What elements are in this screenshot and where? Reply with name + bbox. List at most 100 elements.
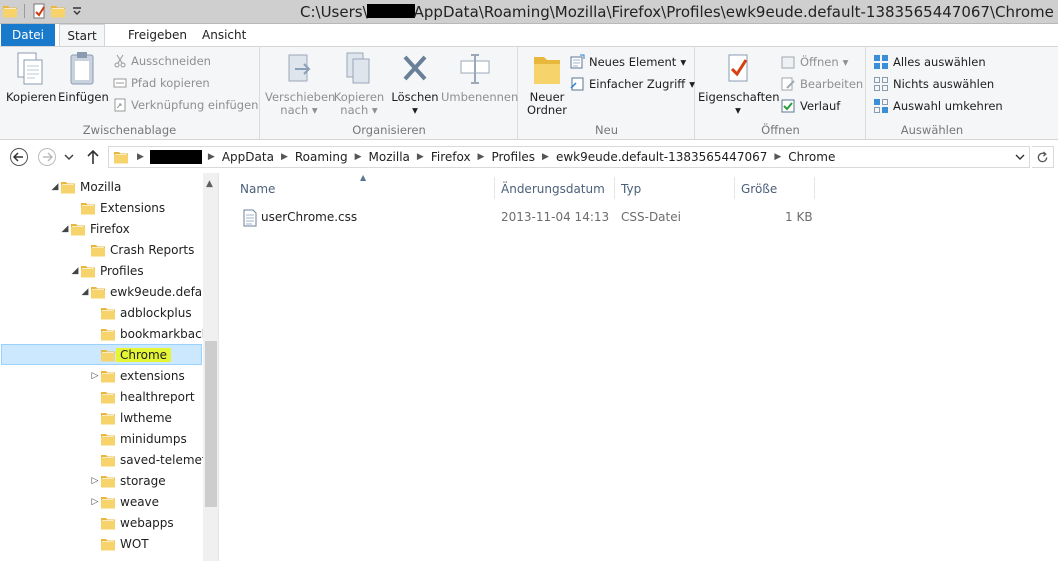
new-group-label: Neu [595, 123, 618, 137]
expand-arrow-icon[interactable]: ▷ [90, 476, 100, 486]
easy-access-button[interactable]: Einfacher Zugriff ▾ [569, 74, 695, 94]
properties-label: Eigenschaften [698, 90, 780, 104]
edit-button[interactable]: Bearbeiten [780, 74, 863, 94]
paste-shortcut-button[interactable]: Verknüpfung einfügen [113, 95, 258, 115]
copy-to-button[interactable]: Kopieren nach ▾ [333, 51, 385, 117]
recent-locations-chevron-icon[interactable] [62, 147, 76, 167]
paste-button[interactable]: Einfügen [58, 51, 109, 104]
collapse-arrow-icon[interactable]: ◢ [50, 182, 60, 192]
breadcrumb-item[interactable]: Profiles [491, 150, 535, 164]
address-bar[interactable]: ▶ ▶ AppData ▶ Roaming ▶ Mozilla ▶ Firefo… [108, 146, 1030, 168]
navigation-pane[interactable]: ◢ Mozilla Extensions ◢ Firefox Crash Reports ◢… [0, 173, 219, 561]
collapse-arrow-icon[interactable]: ◢ [60, 224, 70, 234]
tree-item[interactable]: lwtheme [90, 407, 172, 428]
nav-scrollbar[interactable]: ▲ [203, 173, 218, 561]
tab-view[interactable]: Ansicht [192, 24, 256, 46]
tree-item[interactable]: ▷ storage [90, 470, 166, 491]
breadcrumb-item[interactable]: Chrome [788, 150, 835, 164]
history-label: Verlauf [800, 99, 841, 113]
tree-item-label: ewk9eude.default [110, 284, 218, 299]
select-all-button[interactable]: Alles auswählen [873, 52, 986, 72]
breadcrumb-item[interactable]: Firefox [431, 150, 471, 164]
tree-item[interactable]: minidumps [90, 428, 187, 449]
expand-arrow-icon[interactable]: ▷ [90, 371, 100, 381]
column-header-size[interactable]: Größe [741, 182, 777, 196]
address-dropdown-chevron-icon[interactable] [1015, 152, 1025, 162]
up-arrow-icon[interactable] [85, 147, 101, 167]
new-folder-icon [534, 57, 560, 84]
breadcrumb-item[interactable]: Roaming [295, 150, 348, 164]
tree-item[interactable]: saved-telemetry [90, 449, 218, 470]
chevron-down-icon[interactable] [69, 3, 85, 19]
folder-icon [100, 368, 116, 384]
move-to-button[interactable]: Verschieben nach ▾ [265, 51, 336, 117]
tree-item[interactable]: Crash Reports [80, 239, 194, 260]
tree-item[interactable]: adblockplus [90, 302, 192, 323]
expand-arrow-icon[interactable]: ▷ [90, 497, 100, 507]
rename-button[interactable]: Umbenennen [441, 51, 518, 104]
tree-item[interactable]: bookmarkbacku [90, 323, 216, 344]
tree-item[interactable]: ◢ Mozilla [50, 176, 122, 197]
new-folder-button[interactable]: Neuer Ordner [523, 51, 571, 117]
history-button[interactable]: Verlauf [780, 96, 840, 116]
column-header-name[interactable]: Name [240, 182, 275, 196]
tree-item[interactable]: Chrome [90, 344, 172, 365]
tree-item-label: webapps [120, 515, 174, 530]
new-folder-icon[interactable] [50, 3, 66, 19]
properties-icon[interactable] [31, 3, 47, 19]
column-divider[interactable] [734, 177, 735, 199]
tree-item[interactable]: ◢ Firefox [60, 218, 130, 239]
delete-button[interactable]: Löschen ▾ [391, 51, 439, 117]
tree-item[interactable]: WOT [90, 533, 149, 554]
column-divider[interactable] [614, 177, 615, 199]
tab-file[interactable]: Datei [1, 24, 55, 46]
redacted-username [149, 150, 202, 164]
file-list[interactable]: ▲ Name Änderungsdatum Typ Größe userChro… [220, 173, 1058, 561]
organize-group-label: Organisieren [352, 123, 426, 137]
scroll-thumb[interactable] [205, 341, 217, 507]
breadcrumb-item[interactable]: AppData [222, 150, 274, 164]
cut-button[interactable]: Ausschneiden [113, 51, 211, 71]
tree-item[interactable]: ◢ ewk9eude.default [80, 281, 218, 302]
invert-selection-label: Auswahl umkehren [893, 99, 1003, 113]
back-button[interactable] [9, 147, 29, 167]
copy-path-button[interactable]: Pfad kopieren [113, 73, 210, 93]
tree-item[interactable]: ▷ weave [90, 491, 160, 512]
collapse-arrow-icon[interactable]: ◢ [80, 287, 90, 297]
properties-button[interactable]: Eigenschaften ▾ [698, 51, 780, 117]
collapse-arrow-icon[interactable]: ◢ [70, 266, 80, 276]
table-row[interactable]: userChrome.css 2013-11-04 14:13 CSS-Date… [220, 207, 820, 229]
tree-item-label: weave [120, 494, 160, 509]
open-group-label: Öffnen [761, 123, 800, 137]
new-item-button[interactable]: Neues Element ▾ [569, 52, 686, 72]
tab-share[interactable]: Freigeben [118, 24, 197, 46]
folder-icon [113, 149, 129, 165]
tree-item[interactable]: webapps [90, 512, 174, 533]
forward-button[interactable] [37, 147, 57, 167]
open-button[interactable]: Öffnen ▾ [780, 52, 848, 72]
breadcrumb-item[interactable]: Mozilla [369, 150, 410, 164]
tree-item[interactable]: Extensions [70, 197, 165, 218]
copy-button[interactable]: Kopieren [6, 51, 57, 104]
folder-icon [100, 410, 116, 426]
breadcrumb-item[interactable]: ewk9eude.default-1383565447067 [556, 150, 767, 164]
move-to-label: Verschieben [265, 90, 336, 104]
select-none-icon [874, 77, 888, 91]
tab-start[interactable]: Start [59, 24, 105, 46]
refresh-button[interactable] [1032, 146, 1054, 168]
folder-icon [80, 263, 96, 279]
select-none-button[interactable]: Nichts auswählen [873, 74, 994, 94]
copy-label: Kopieren [6, 90, 57, 104]
tree-item[interactable]: ◢ Profiles [70, 260, 144, 281]
file-name: userChrome.css [261, 210, 358, 224]
column-divider[interactable] [494, 177, 495, 199]
tree-item[interactable]: healthreport [90, 386, 195, 407]
column-divider[interactable] [814, 177, 815, 199]
invert-selection-button[interactable]: Auswahl umkehren [873, 96, 1003, 116]
select-all-icon [874, 55, 888, 69]
scroll-up-arrow-icon[interactable]: ▲ [206, 179, 213, 189]
column-header-modified[interactable]: Änderungsdatum [501, 182, 605, 196]
tree-item[interactable]: ▷ extensions [90, 365, 185, 386]
clipboard-icon [70, 52, 94, 85]
column-header-type[interactable]: Typ [621, 182, 641, 196]
